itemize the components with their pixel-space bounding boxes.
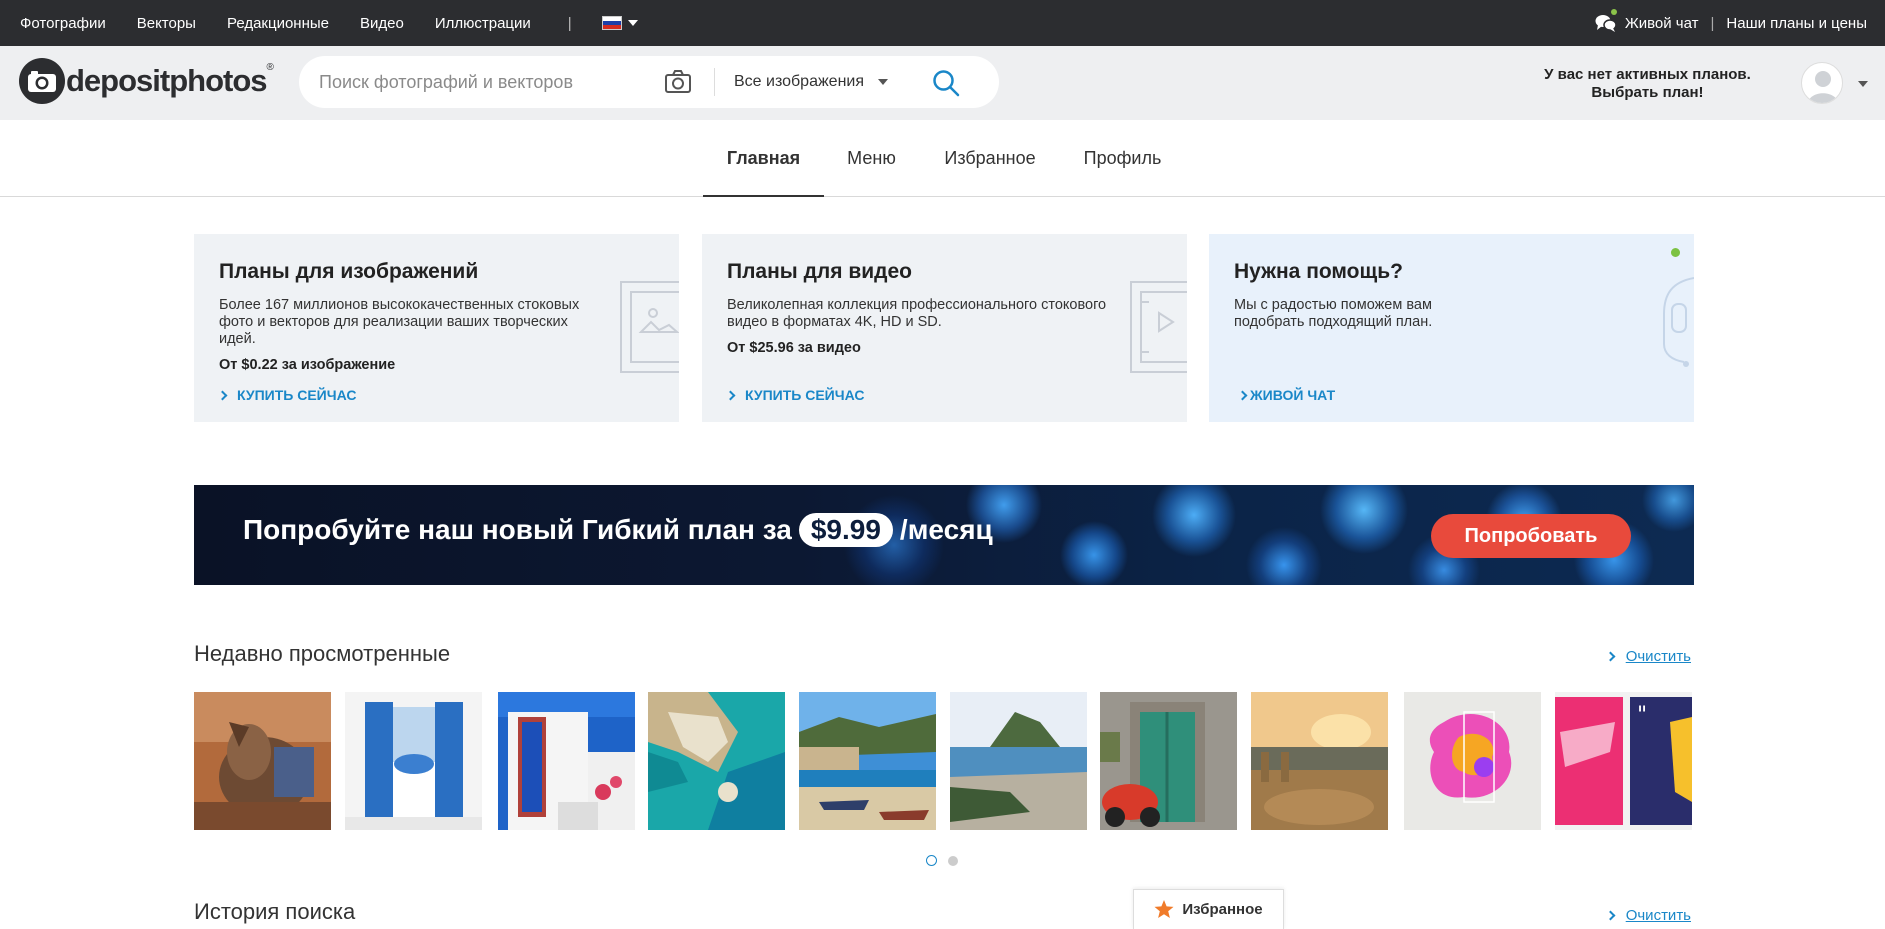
- card-description: Более 167 миллионов высококачественных с…: [219, 297, 580, 347]
- banner-text-after: /месяц: [899, 514, 993, 545]
- logo-registered-mark: ®: [266, 62, 274, 73]
- card-title: Нужна помощь?: [1234, 260, 1403, 283]
- no-plan-message[interactable]: У вас нет активных планов. Выбрать план!: [1520, 66, 1775, 102]
- card-price: От $25.96 за видео: [727, 340, 861, 356]
- banner-text-before: Попробуйте наш новый Гибкий план за: [243, 514, 792, 545]
- main-tabs: Главная Меню Избранное Профиль: [0, 120, 1885, 197]
- banner-price: $9.99: [798, 513, 893, 547]
- video-placeholder-icon: [1129, 280, 1187, 381]
- pink-poster-photo[interactable]: ": [1555, 692, 1692, 830]
- top-right-links: Живой чат | Наши планы и цены: [1595, 0, 1867, 46]
- tab-home[interactable]: Главная: [703, 120, 824, 197]
- nav-video[interactable]: Видео: [360, 15, 404, 32]
- online-indicator: [1610, 9, 1617, 15]
- pagination-dot-1[interactable]: [926, 855, 937, 866]
- buy-images-button[interactable]: КУПИТЬ СЕЙЧАС: [217, 387, 357, 403]
- tab-menu[interactable]: Меню: [840, 120, 903, 197]
- card-title: Планы для видео: [727, 260, 912, 283]
- language-selector[interactable]: [601, 16, 638, 30]
- nav-separator: |: [567, 14, 572, 32]
- green-door-scooter-photo[interactable]: [1100, 692, 1237, 830]
- card-description: Мы с радостью поможем вам подобрать подх…: [1234, 297, 1433, 330]
- clear-history-button[interactable]: Очистить: [1605, 907, 1691, 924]
- aerial-coast-photo[interactable]: [648, 692, 785, 830]
- chevron-right-icon: [725, 390, 736, 400]
- recently-viewed-title: Недавно просмотренные: [194, 641, 451, 666]
- card-description: Великолепная коллекция профессионального…: [727, 297, 1107, 330]
- search-divider: [714, 68, 715, 96]
- header: depositphotos ® Все изображения У вас не…: [0, 46, 1885, 120]
- live-chat-button[interactable]: ЖИВОЙ ЧАТ: [1237, 387, 1336, 403]
- banner-text: Попробуйте наш новый Гибкий план за $9.9…: [243, 513, 993, 547]
- cta-label: КУПИТЬ СЕЙЧАС: [237, 387, 357, 403]
- camera-logo-icon: [19, 58, 65, 104]
- tab-favorites[interactable]: Избранное: [940, 120, 1040, 197]
- chevron-right-icon: [1237, 390, 1248, 400]
- star-icon: [1154, 900, 1174, 918]
- logo[interactable]: depositphotos ®: [19, 58, 274, 104]
- top-nav: Фотографии Векторы Редакционные Видео Ил…: [20, 0, 638, 46]
- clear-label: Очистить: [1625, 907, 1691, 924]
- svg-text:": ": [1637, 703, 1647, 728]
- chevron-right-icon: [1605, 910, 1616, 921]
- nav-photos[interactable]: Фотографии: [20, 15, 106, 32]
- help-card: Нужна помощь? Мы с радостью поможем вам …: [1209, 234, 1694, 422]
- camera-search-icon[interactable]: [664, 69, 692, 95]
- ancient-theatre-photo[interactable]: [1251, 692, 1388, 830]
- donkey-photo[interactable]: [194, 692, 331, 830]
- flexible-plan-banner[interactable]: Попробуйте наш новый Гибкий план за $9.9…: [194, 485, 1694, 585]
- cta-label: ЖИВОЙ ЧАТ: [1250, 387, 1336, 403]
- blue-window-photo[interactable]: [345, 692, 482, 830]
- chevron-down-icon: [878, 79, 889, 85]
- nav-illustrations[interactable]: Иллюстрации: [435, 15, 531, 32]
- recent-thumbnails: ": [194, 692, 1694, 830]
- avatar[interactable]: [1801, 62, 1843, 104]
- clear-recent-button[interactable]: Очистить: [1605, 648, 1691, 665]
- search-bar: Все изображения: [299, 56, 999, 108]
- beach-boats-photo[interactable]: [799, 692, 936, 830]
- image-plans-card: Планы для изображений Более 167 миллионо…: [194, 234, 679, 422]
- search-input[interactable]: [319, 56, 649, 108]
- tab-profile[interactable]: Профиль: [1076, 120, 1169, 197]
- favorites-tab-label: Избранное: [1182, 901, 1263, 918]
- island-photo[interactable]: [950, 692, 1087, 830]
- card-title: Планы для изображений: [219, 260, 479, 283]
- account-menu-chevron-icon[interactable]: [1858, 81, 1868, 87]
- plans-link[interactable]: Наши планы и цены: [1726, 15, 1867, 32]
- blue-door-photo[interactable]: [498, 692, 635, 830]
- nav-vectors[interactable]: Векторы: [137, 15, 196, 32]
- chevron-right-icon: [1605, 651, 1616, 662]
- paint-splash-photo[interactable]: [1404, 692, 1541, 830]
- live-chat-link[interactable]: Живой чат: [1625, 15, 1699, 32]
- choose-plan-link[interactable]: Выбрать план!: [1520, 84, 1775, 102]
- pagination-dot-2[interactable]: [948, 855, 958, 866]
- link-separator: |: [1710, 14, 1715, 32]
- favorites-floating-tab[interactable]: Избранное: [1133, 889, 1284, 929]
- russian-flag-icon: [601, 16, 622, 30]
- chevron-down-icon: [627, 20, 638, 26]
- search-history-title: История поиска: [194, 899, 356, 924]
- image-placeholder-icon: [619, 280, 679, 381]
- search-type-value: Все изображения: [734, 73, 865, 90]
- carousel-pagination: [926, 855, 969, 866]
- cta-label: КУПИТЬ СЕЙЧАС: [745, 387, 865, 403]
- chevron-right-icon: [217, 390, 228, 400]
- video-plans-card: Планы для видео Великолепная коллекция п…: [702, 234, 1187, 422]
- online-indicator: [1671, 248, 1680, 257]
- buy-video-button[interactable]: КУПИТЬ СЕЙЧАС: [725, 387, 865, 403]
- nav-editorial[interactable]: Редакционные: [227, 15, 329, 32]
- try-button[interactable]: Попробовать: [1431, 514, 1631, 558]
- card-price: От $0.22 за изображение: [219, 357, 396, 373]
- clear-label: Очистить: [1625, 648, 1691, 665]
- headset-icon: [1658, 274, 1694, 379]
- search-icon[interactable]: [931, 68, 961, 98]
- logo-text: depositphotos: [66, 63, 268, 98]
- search-type-dropdown[interactable]: Все изображения: [734, 56, 889, 108]
- chat-icon: [1595, 9, 1617, 33]
- no-plan-line1: У вас нет активных планов.: [1544, 66, 1751, 83]
- top-bar: Фотографии Векторы Редакционные Видео Ил…: [0, 0, 1885, 46]
